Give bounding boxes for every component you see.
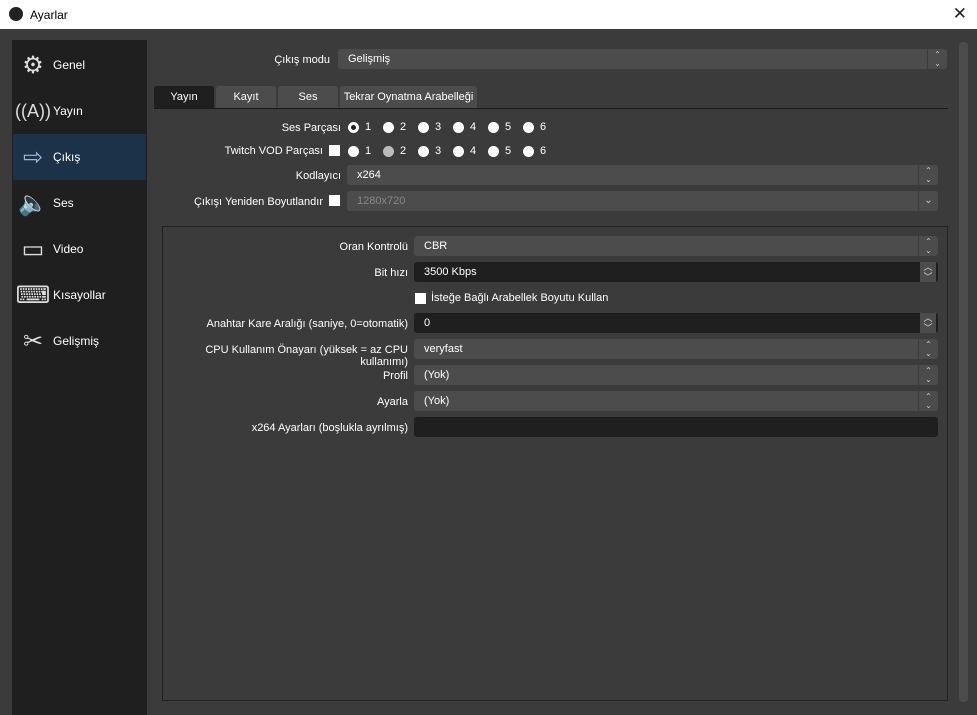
cpu-preset-label: CPU Kullanım Önayarı (yüksek = az CPU ku… [205,344,408,368]
rate-control-label: Oran Kontrolü [339,241,408,253]
spin-arrows-icon[interactable]: ︿ ﹀ [920,262,936,282]
title-bar: Ayarlar ✕ [0,0,977,29]
rescale-select: 1280x720 ⌄ [347,191,938,211]
updown-icon: ⌃ ⌄ [927,49,947,69]
vod-track-radio-3[interactable]: 3 [418,145,441,157]
profile-select[interactable]: (Yok) ⌃ ⌄ [414,365,938,385]
audio-track-radio-2[interactable]: 2 [383,121,406,133]
bitrate-input[interactable]: 3500 Kbps ︿ ﹀ [414,262,938,282]
audio-track-radio-4[interactable]: 4 [453,121,476,133]
sidebar-item-label: Gelişmiş [53,334,100,348]
tab-kayit[interactable]: Kayıt [216,86,276,108]
cpu-preset-value: veryfast [424,343,463,355]
tune-label: Ayarla [377,396,408,408]
x264-options-label: x264 Ayarları (boşlukla ayrılmış) [251,422,408,434]
bitrate-value: 3500 Kbps [424,266,477,278]
custom-buffer-label: İsteğe Bağlı Arabellek Boyutu Kullan [431,292,609,304]
rescale-label: Çıkışı Yeniden Boyutlandır [193,196,323,208]
bitrate-label: Bit hızı [374,267,408,279]
sidebar-item-label: Video [53,242,84,256]
broadcast-icon: ((A)) [15,100,51,121]
output-icon: ⇨ [22,143,44,171]
updown-icon: ⌃ ⌄ [918,391,938,411]
cpu-preset-select[interactable]: veryfast ⌃ ⌄ [414,339,938,359]
sidebar-item-label: Yayın [53,104,83,118]
rescale-checkbox[interactable] [329,195,340,206]
custom-buffer-checkbox[interactable] [415,293,426,304]
encoder-label: Kodlayıcı [295,170,341,182]
audio-track-radio-5[interactable]: 5 [488,121,511,133]
sidebar-item-kisayollar[interactable]: ⌨ Kısayollar [13,272,146,318]
updown-icon: ⌃ ⌄ [918,365,938,385]
x264-options-input[interactable] [414,417,938,437]
keyframe-input[interactable]: 0 ︿ ﹀ [414,313,938,333]
output-mode-select[interactable]: Gelişmiş ⌃ ⌄ [338,49,947,69]
profile-label: Profil [382,370,408,382]
spin-arrows-icon[interactable]: ︿ ﹀ [920,313,936,333]
tab-ses[interactable]: Ses [278,86,338,108]
sidebar-item-genel[interactable]: ⚙ Genel [13,42,146,88]
updown-icon: ⌃ ⌄ [918,236,938,256]
audio-track-radio-3[interactable]: 3 [418,121,441,133]
gear-icon: ⚙ [22,51,44,79]
rescale-value: 1280x720 [357,195,406,207]
keyboard-icon: ⌨ [15,281,51,309]
tab-yayin[interactable]: Yayın [154,86,214,108]
tools-icon: ✂ [22,327,44,355]
sidebar-item-label: Genel [53,58,86,72]
obs-logo-icon [9,7,23,21]
tab-divider [154,108,948,109]
vod-track-radio-1[interactable]: 1 [348,145,371,157]
sidebar-item-label: Ses [53,196,74,210]
encoder-select[interactable]: x264 ⌃ ⌄ [347,165,938,185]
vod-track-radio-6[interactable]: 6 [523,145,546,157]
monitor-icon: ▭ [21,235,45,263]
sidebar-item-video[interactable]: ▭ Video [13,226,146,272]
sidebar-item-label: Çıkış [53,150,81,164]
audio-track-radio-1[interactable]: 1 [348,121,371,133]
tab-replay-buffer[interactable]: Tekrar Oynatma Arabelleği [340,86,477,108]
audio-track-label: Ses Parçası [281,122,341,134]
chevron-down-icon: ⌄ [918,191,938,211]
audio-track-radio-6[interactable]: 6 [523,121,546,133]
speaker-icon: 🔈 [18,189,48,217]
encoder-value: x264 [357,169,381,181]
output-mode-label: Çıkış modu [274,54,330,66]
output-mode-value: Gelişmiş [348,53,391,65]
vod-track-radio-5[interactable]: 5 [488,145,511,157]
twitch-vod-label: Twitch VOD Parçası [224,145,323,157]
tune-value: (Yok) [424,395,450,407]
sidebar-item-yayin[interactable]: ((A)) Yayın [13,88,146,134]
window-title: Ayarlar [30,8,68,22]
sidebar-item-cikis[interactable]: ⇨ Çıkış [13,134,146,180]
sidebar-item-ses[interactable]: 🔈 Ses [13,180,146,226]
scrollbar[interactable] [959,42,968,702]
settings-sidebar: ⚙ Genel ((A)) Yayın ⇨ Çıkış 🔈 Ses ▭ Video ⌨ Kı… [12,40,147,715]
keyframe-label: Anahtar Kare Aralığı (saniye, 0=otomatik… [206,318,408,330]
updown-icon: ⌃ ⌄ [918,165,938,185]
sidebar-item-label: Kısayollar [53,288,106,302]
twitch-vod-checkbox[interactable] [329,145,340,156]
profile-value: (Yok) [424,369,450,381]
updown-icon: ⌃ ⌄ [918,339,938,359]
rate-control-value: CBR [424,240,448,252]
vod-track-radio-2[interactable]: 2 [383,145,406,157]
keyframe-value: 0 [424,317,431,329]
rate-control-select[interactable]: CBR ⌃ ⌄ [414,236,938,256]
close-icon[interactable]: ✕ [953,4,967,24]
tune-select[interactable]: (Yok) ⌃ ⌄ [414,391,938,411]
vod-track-radio-4[interactable]: 4 [453,145,476,157]
sidebar-item-gelismis[interactable]: ✂ Gelişmiş [13,318,146,364]
